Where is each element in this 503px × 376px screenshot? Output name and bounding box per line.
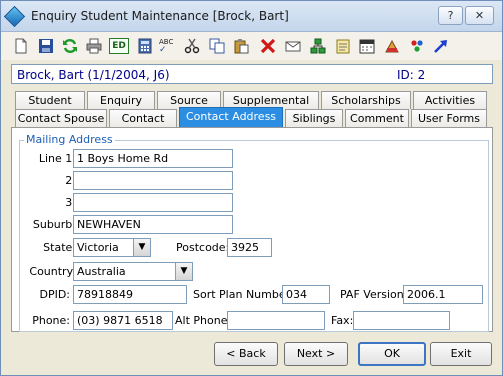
sort-plan-label: Sort Plan Number: xyxy=(193,288,294,301)
record-name: Brock, Bart (1/1/2004, J6) xyxy=(17,68,170,82)
tab-activities[interactable]: Activities xyxy=(413,91,487,109)
tab-comment[interactable]: Comment xyxy=(345,109,409,127)
mailing-address-group: Mailing Address Line 1: 1 Boys Home Rd 2… xyxy=(19,133,489,332)
chevron-down-icon[interactable]: ▼ xyxy=(133,239,150,256)
tab-enquiry[interactable]: Enquiry xyxy=(87,91,155,109)
toolbar: ED ABC ✓ xyxy=(1,32,502,60)
chevron-down-icon[interactable]: ▼ xyxy=(175,263,192,280)
suburb-field[interactable]: NEWHAVEN xyxy=(73,215,233,234)
phone-label: Phone: xyxy=(32,314,70,327)
ok-button[interactable]: OK xyxy=(358,342,426,366)
phone-field[interactable]: (03) 9871 6518 xyxy=(73,311,173,330)
exit-button[interactable]: Exit xyxy=(430,342,492,366)
calendar-icon[interactable] xyxy=(359,38,375,54)
mailing-address-legend: Mailing Address xyxy=(24,133,115,146)
window: Enquiry Student Maintenance [Brock, Bart… xyxy=(0,0,503,376)
fax-label: Fax: xyxy=(331,314,354,327)
state-dropdown[interactable]: Victoria ▼ xyxy=(73,238,151,257)
next-button[interactable]: Next > xyxy=(284,342,348,366)
state-label: State: xyxy=(43,241,76,254)
app-icon xyxy=(3,5,26,28)
tab-contact-spouse[interactable]: Contact Spouse xyxy=(15,109,107,127)
group-icon[interactable] xyxy=(409,38,425,54)
record-id: ID: 2 xyxy=(397,68,426,82)
line3-label: 3: xyxy=(65,196,76,209)
country-value: Australia xyxy=(77,265,126,278)
copy-icon[interactable] xyxy=(209,38,225,54)
line2-label: 2: xyxy=(65,174,76,187)
country-dropdown[interactable]: Australia ▼ xyxy=(73,262,193,281)
back-button[interactable]: < Back xyxy=(214,342,278,366)
state-value: Victoria xyxy=(77,241,119,254)
go-icon[interactable] xyxy=(433,38,449,54)
suburb-label: Suburb: xyxy=(32,218,76,231)
alt-phone-field[interactable] xyxy=(227,311,325,330)
dpid-label: DPID: xyxy=(39,288,70,301)
tab-scholarships[interactable]: Scholarships xyxy=(321,91,411,109)
notes-icon[interactable] xyxy=(335,38,351,54)
line2-field[interactable] xyxy=(73,171,233,190)
calculator-icon[interactable] xyxy=(137,38,153,54)
tab-contact[interactable]: Contact xyxy=(109,109,177,127)
edit-icon[interactable]: ED xyxy=(109,38,129,54)
line3-field[interactable] xyxy=(73,193,233,212)
cut-icon[interactable] xyxy=(184,38,200,54)
tab-student[interactable]: Student xyxy=(15,91,85,109)
paf-version-label: PAF Version: xyxy=(340,288,408,301)
spell-check-icon[interactable]: ABC ✓ xyxy=(159,38,177,55)
tab-siblings[interactable]: Siblings xyxy=(285,109,343,127)
fax-field[interactable] xyxy=(353,311,450,330)
new-document-icon[interactable] xyxy=(13,38,29,54)
report-icon[interactable] xyxy=(384,38,400,54)
line1-label: Line 1: xyxy=(38,152,76,165)
paste-icon[interactable] xyxy=(233,38,249,54)
postcode-field[interactable]: 3925 xyxy=(227,238,272,257)
window-title: Enquiry Student Maintenance [Brock, Bart… xyxy=(31,9,289,23)
alt-phone-label: Alt Phone: xyxy=(175,314,232,327)
line1-field[interactable]: 1 Boys Home Rd xyxy=(73,149,233,168)
help-button[interactable]: ? xyxy=(438,6,463,25)
contact-address-panel: Mailing Address Line 1: 1 Boys Home Rd 2… xyxy=(11,127,493,332)
tab-contact-address[interactable]: Contact Address xyxy=(179,107,283,127)
save-icon[interactable] xyxy=(38,38,54,54)
delete-icon[interactable] xyxy=(260,38,276,54)
sort-plan-field[interactable]: 034 xyxy=(282,285,330,304)
postcode-label: Postcode: xyxy=(176,241,230,254)
paf-version-field[interactable]: 2006.1 xyxy=(403,285,483,304)
refresh-icon[interactable] xyxy=(62,38,78,54)
title-bar: Enquiry Student Maintenance [Brock, Bart… xyxy=(1,1,502,32)
dpid-field[interactable]: 78918849 xyxy=(73,285,187,304)
record-header: Brock, Bart (1/1/2004, J6) ID: 2 xyxy=(11,64,493,84)
network-icon[interactable] xyxy=(310,38,326,54)
country-label: Country: xyxy=(29,265,76,278)
close-button[interactable]: ✕ xyxy=(465,6,494,25)
tab-user-forms[interactable]: User Forms xyxy=(411,109,487,127)
print-icon[interactable] xyxy=(86,38,102,54)
email-icon[interactable] xyxy=(285,38,301,54)
